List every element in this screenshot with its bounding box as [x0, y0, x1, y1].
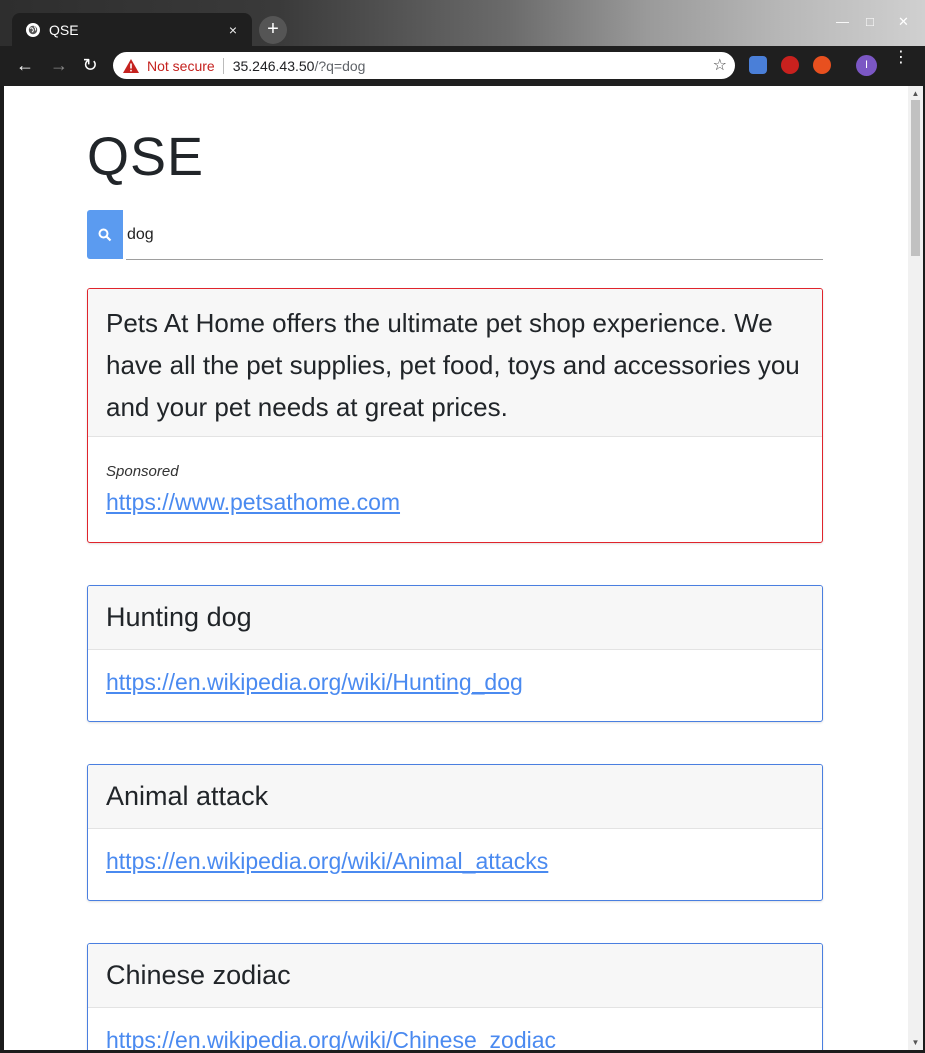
window-close-icon[interactable]: ✕ [898, 14, 909, 30]
result-link[interactable]: https://en.wikipedia.org/wiki/Hunting_do… [106, 669, 523, 695]
search-bar [87, 210, 823, 260]
result-card: Animal attack https://en.wikipedia.org/w… [87, 764, 823, 901]
forward-icon[interactable]: → [46, 52, 72, 78]
sponsored-label: Sponsored [106, 463, 179, 480]
tab-strip: QSE × + — □ ✕ [0, 0, 925, 46]
search-button[interactable] [87, 210, 123, 259]
tab-title: QSE [49, 21, 79, 38]
search-input[interactable] [126, 210, 823, 260]
new-tab-button[interactable]: + [259, 16, 287, 44]
result-card: Hunting dog https://en.wikipedia.org/wik… [87, 585, 823, 722]
scrollbar-thumb[interactable] [911, 100, 920, 256]
ad-description: Pets At Home offers the ultimate pet sho… [88, 289, 822, 437]
translate-extension-icon[interactable] [749, 56, 767, 74]
browser-menu-icon[interactable]: ⋮ [893, 50, 909, 66]
result-title: Hunting dog [88, 586, 822, 650]
scroll-up-icon[interactable]: ▲ [908, 86, 923, 101]
security-status[interactable]: Not secure [147, 58, 215, 74]
search-icon [98, 228, 112, 241]
result-title: Chinese zodiac [88, 944, 822, 1008]
ad-body: Sponsored https://www.petsathome.com [88, 437, 822, 516]
browser-tab[interactable]: QSE × [12, 13, 252, 46]
site-logo: QSE [87, 127, 205, 187]
page-viewport: QSE Pets At Home offers the ultimate pet… [4, 86, 923, 1050]
minimize-icon[interactable]: — [836, 14, 849, 29]
url-host: 35.246.43.50 [232, 57, 315, 74]
result-card: Chinese zodiac https://en.wikipedia.org/… [87, 943, 823, 1050]
url-path: /?q=dog [314, 57, 366, 74]
result-title: Animal attack [88, 765, 822, 829]
globe-icon [26, 22, 40, 37]
warning-icon [123, 58, 139, 73]
block-extension-icon[interactable] [781, 56, 799, 74]
scroll-down-icon[interactable]: ▼ [908, 1035, 923, 1050]
result-body: https://en.wikipedia.org/wiki/Hunting_do… [88, 650, 822, 696]
browser-chrome: QSE × + — □ ✕ ← → ↻ Not secure 35.246.43… [0, 0, 925, 86]
result-body: https://en.wikipedia.org/wiki/Animal_att… [88, 829, 822, 875]
address-bar[interactable]: Not secure 35.246.43.50/?q=dog ☆ [113, 52, 735, 79]
result-link[interactable]: https://en.wikipedia.org/wiki/Animal_att… [106, 848, 548, 874]
bookmark-star-icon[interactable]: ☆ [713, 55, 727, 75]
omnibox-divider [222, 57, 224, 74]
sponsored-result-card: Pets At Home offers the ultimate pet sho… [87, 288, 823, 543]
browser-toolbar: ← → ↻ Not secure 35.246.43.50/?q=dog ☆ I… [0, 46, 925, 86]
profile-avatar[interactable]: I [856, 55, 877, 76]
result-link[interactable]: https://en.wikipedia.org/wiki/Chinese_zo… [106, 1027, 556, 1050]
alert-extension-icon[interactable] [813, 56, 831, 74]
result-body: https://en.wikipedia.org/wiki/Chinese_zo… [88, 1008, 822, 1050]
back-icon[interactable]: ← [12, 52, 38, 78]
ad-link[interactable]: https://www.petsathome.com [106, 489, 400, 515]
close-tab-icon[interactable]: × [224, 22, 242, 38]
vertical-scrollbar[interactable]: ▲ ▼ [908, 86, 923, 1050]
reload-icon[interactable]: ↻ [77, 52, 103, 78]
maximize-icon[interactable]: □ [866, 14, 874, 29]
